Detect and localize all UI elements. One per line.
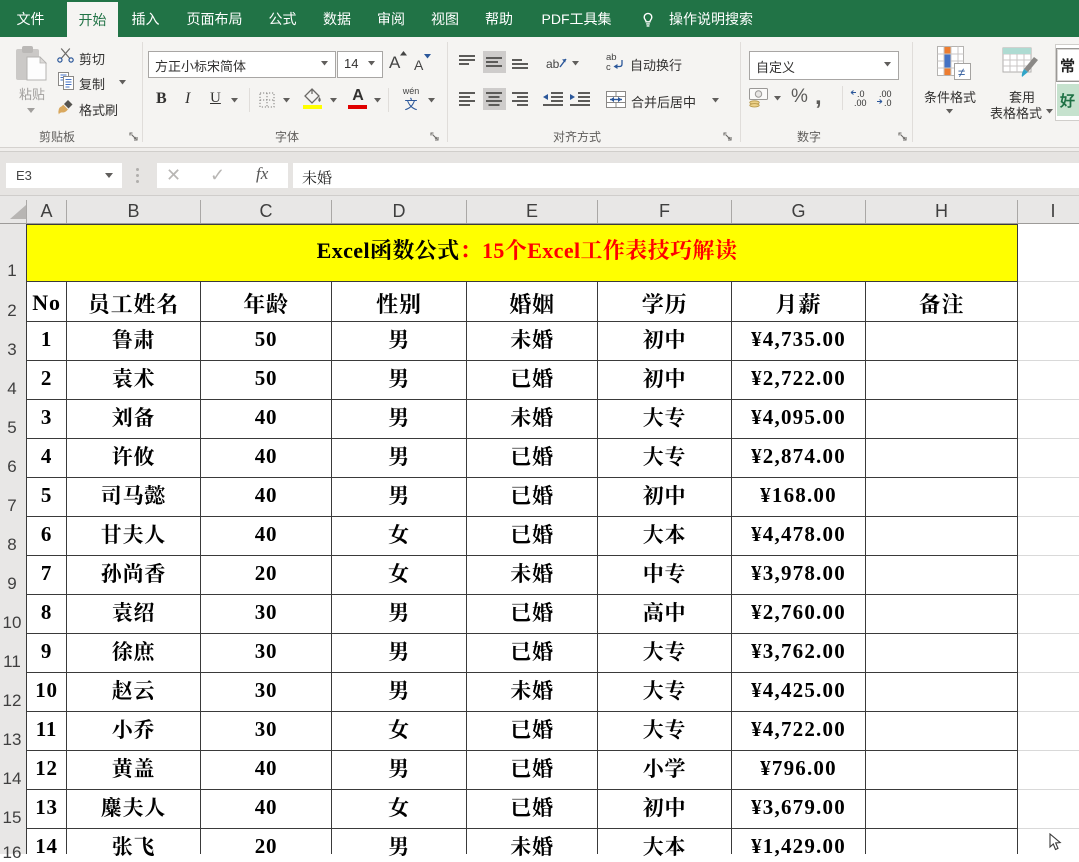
- svg-text:.00: .00: [854, 98, 867, 107]
- svg-text:≠: ≠: [958, 65, 965, 80]
- svg-text:.0: .0: [884, 98, 892, 107]
- svg-text:ab: ab: [546, 57, 560, 71]
- svg-text:c: c: [606, 62, 611, 72]
